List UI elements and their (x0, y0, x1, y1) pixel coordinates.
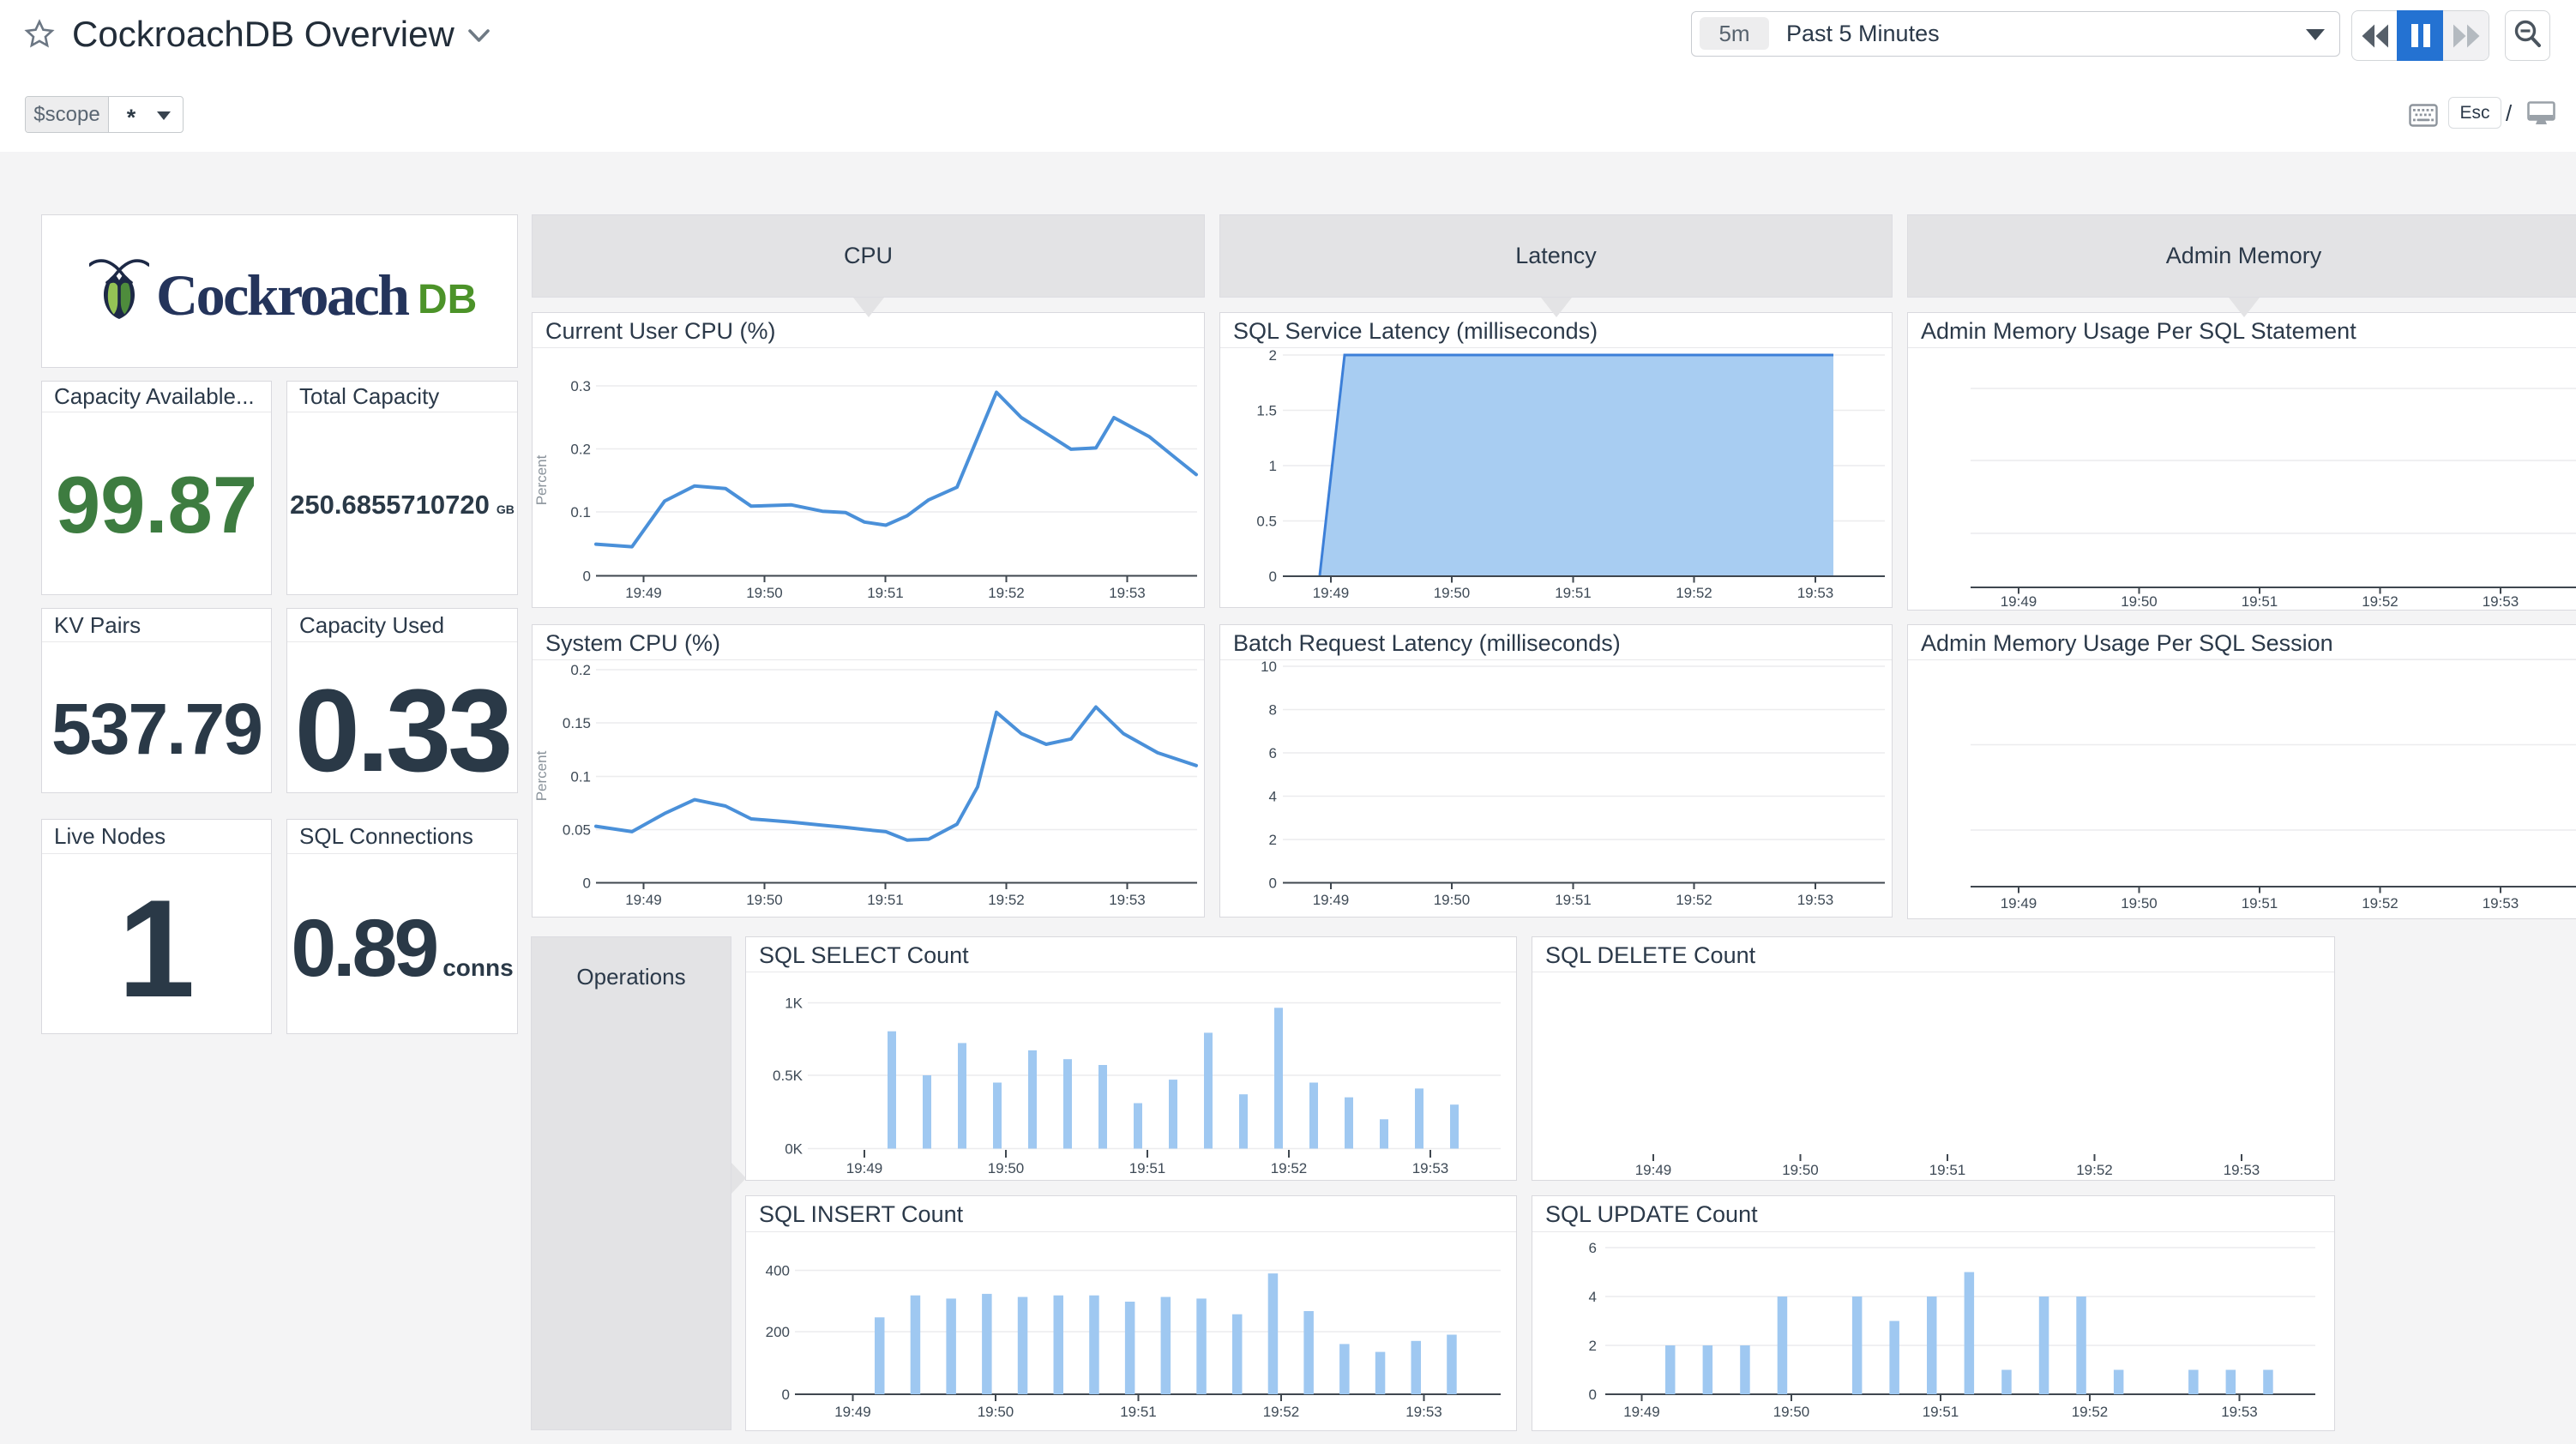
svg-text:19:52: 19:52 (1676, 585, 1712, 601)
svg-text:19:51: 19:51 (2242, 895, 2278, 912)
svg-text:19:50: 19:50 (746, 585, 783, 601)
svg-text:19:50: 19:50 (978, 1404, 1014, 1420)
svg-text:19:53: 19:53 (2483, 895, 2519, 912)
svg-text:19:49: 19:49 (2001, 593, 2037, 610)
svg-text:19:51: 19:51 (1555, 892, 1592, 908)
svg-text:19:50: 19:50 (2121, 593, 2158, 610)
svg-text:Percent: Percent (533, 454, 550, 505)
svg-text:19:50: 19:50 (1773, 1404, 1810, 1420)
svg-text:0.15: 0.15 (563, 715, 591, 731)
svg-text:1K: 1K (785, 996, 803, 1012)
svg-text:19:51: 19:51 (1929, 1162, 1966, 1178)
svg-text:19:49: 19:49 (1635, 1162, 1672, 1178)
svg-text:19:50: 19:50 (2121, 895, 2158, 912)
svg-text:0.2: 0.2 (570, 442, 591, 458)
svg-text:19:53: 19:53 (1797, 892, 1834, 908)
svg-text:8: 8 (1269, 702, 1277, 719)
svg-text:0K: 0K (785, 1141, 803, 1158)
svg-text:19:53: 19:53 (1109, 585, 1146, 601)
svg-text:19:51: 19:51 (1923, 1404, 1959, 1420)
svg-text:0.1: 0.1 (570, 504, 591, 520)
svg-text:19:50: 19:50 (746, 892, 783, 908)
svg-text:0.5K: 0.5K (773, 1068, 803, 1084)
svg-text:0: 0 (1589, 1387, 1597, 1403)
svg-text:6: 6 (1589, 1240, 1597, 1256)
svg-text:19:49: 19:49 (625, 892, 662, 908)
svg-text:19:49: 19:49 (1313, 892, 1350, 908)
svg-text:19:53: 19:53 (1405, 1404, 1442, 1420)
svg-text:19:52: 19:52 (1271, 1160, 1308, 1176)
svg-text:2: 2 (1589, 1338, 1597, 1354)
svg-text:19:49: 19:49 (2001, 895, 2037, 912)
svg-text:Percent: Percent (533, 750, 550, 801)
svg-text:19:49: 19:49 (834, 1404, 871, 1420)
svg-text:19:52: 19:52 (2362, 593, 2398, 610)
svg-text:0: 0 (1269, 875, 1277, 892)
svg-text:19:50: 19:50 (1434, 585, 1471, 601)
svg-text:0: 0 (583, 569, 591, 585)
svg-text:200: 200 (766, 1324, 790, 1340)
svg-text:400: 400 (766, 1263, 790, 1279)
svg-text:19:53: 19:53 (1797, 585, 1834, 601)
svg-text:19:52: 19:52 (988, 892, 1025, 908)
svg-text:19:52: 19:52 (988, 585, 1025, 601)
svg-text:19:52: 19:52 (2362, 895, 2398, 912)
svg-text:19:49: 19:49 (1313, 585, 1350, 601)
svg-text:19:49: 19:49 (1623, 1404, 1660, 1420)
svg-text:0.2: 0.2 (570, 662, 591, 678)
svg-text:19:52: 19:52 (2076, 1162, 2113, 1178)
svg-text:19:51: 19:51 (2242, 593, 2278, 610)
svg-text:19:53: 19:53 (1109, 892, 1146, 908)
svg-text:0: 0 (782, 1387, 790, 1403)
svg-text:19:50: 19:50 (1434, 892, 1471, 908)
svg-text:19:53: 19:53 (2483, 593, 2519, 610)
svg-text:19:53: 19:53 (1412, 1160, 1449, 1176)
svg-text:19:51: 19:51 (867, 585, 904, 601)
svg-text:0.5: 0.5 (1256, 514, 1277, 530)
svg-text:0: 0 (583, 875, 591, 892)
svg-text:19:53: 19:53 (2221, 1404, 2258, 1420)
svg-text:19:51: 19:51 (1129, 1160, 1166, 1176)
svg-text:6: 6 (1269, 745, 1277, 761)
svg-text:19:50: 19:50 (1782, 1162, 1819, 1178)
svg-text:10: 10 (1261, 659, 1277, 675)
svg-text:0: 0 (1269, 569, 1277, 585)
svg-text:1.5: 1.5 (1256, 403, 1277, 419)
svg-text:19:51: 19:51 (867, 892, 904, 908)
svg-text:19:49: 19:49 (846, 1160, 883, 1176)
svg-text:19:50: 19:50 (988, 1160, 1025, 1176)
svg-text:19:51: 19:51 (1555, 585, 1592, 601)
svg-text:19:52: 19:52 (1263, 1404, 1300, 1420)
svg-text:0.05: 0.05 (563, 822, 591, 839)
svg-text:19:52: 19:52 (1676, 892, 1712, 908)
svg-text:0.1: 0.1 (570, 769, 591, 785)
svg-text:0.3: 0.3 (570, 378, 591, 394)
svg-text:1: 1 (1269, 458, 1277, 474)
svg-text:4: 4 (1589, 1289, 1597, 1305)
svg-text:19:49: 19:49 (625, 585, 662, 601)
svg-text:2: 2 (1269, 347, 1277, 364)
svg-text:4: 4 (1269, 789, 1277, 805)
svg-text:19:52: 19:52 (2072, 1404, 2109, 1420)
svg-text:2: 2 (1269, 832, 1277, 848)
svg-text:19:51: 19:51 (1120, 1404, 1157, 1420)
svg-text:19:53: 19:53 (2224, 1162, 2260, 1178)
